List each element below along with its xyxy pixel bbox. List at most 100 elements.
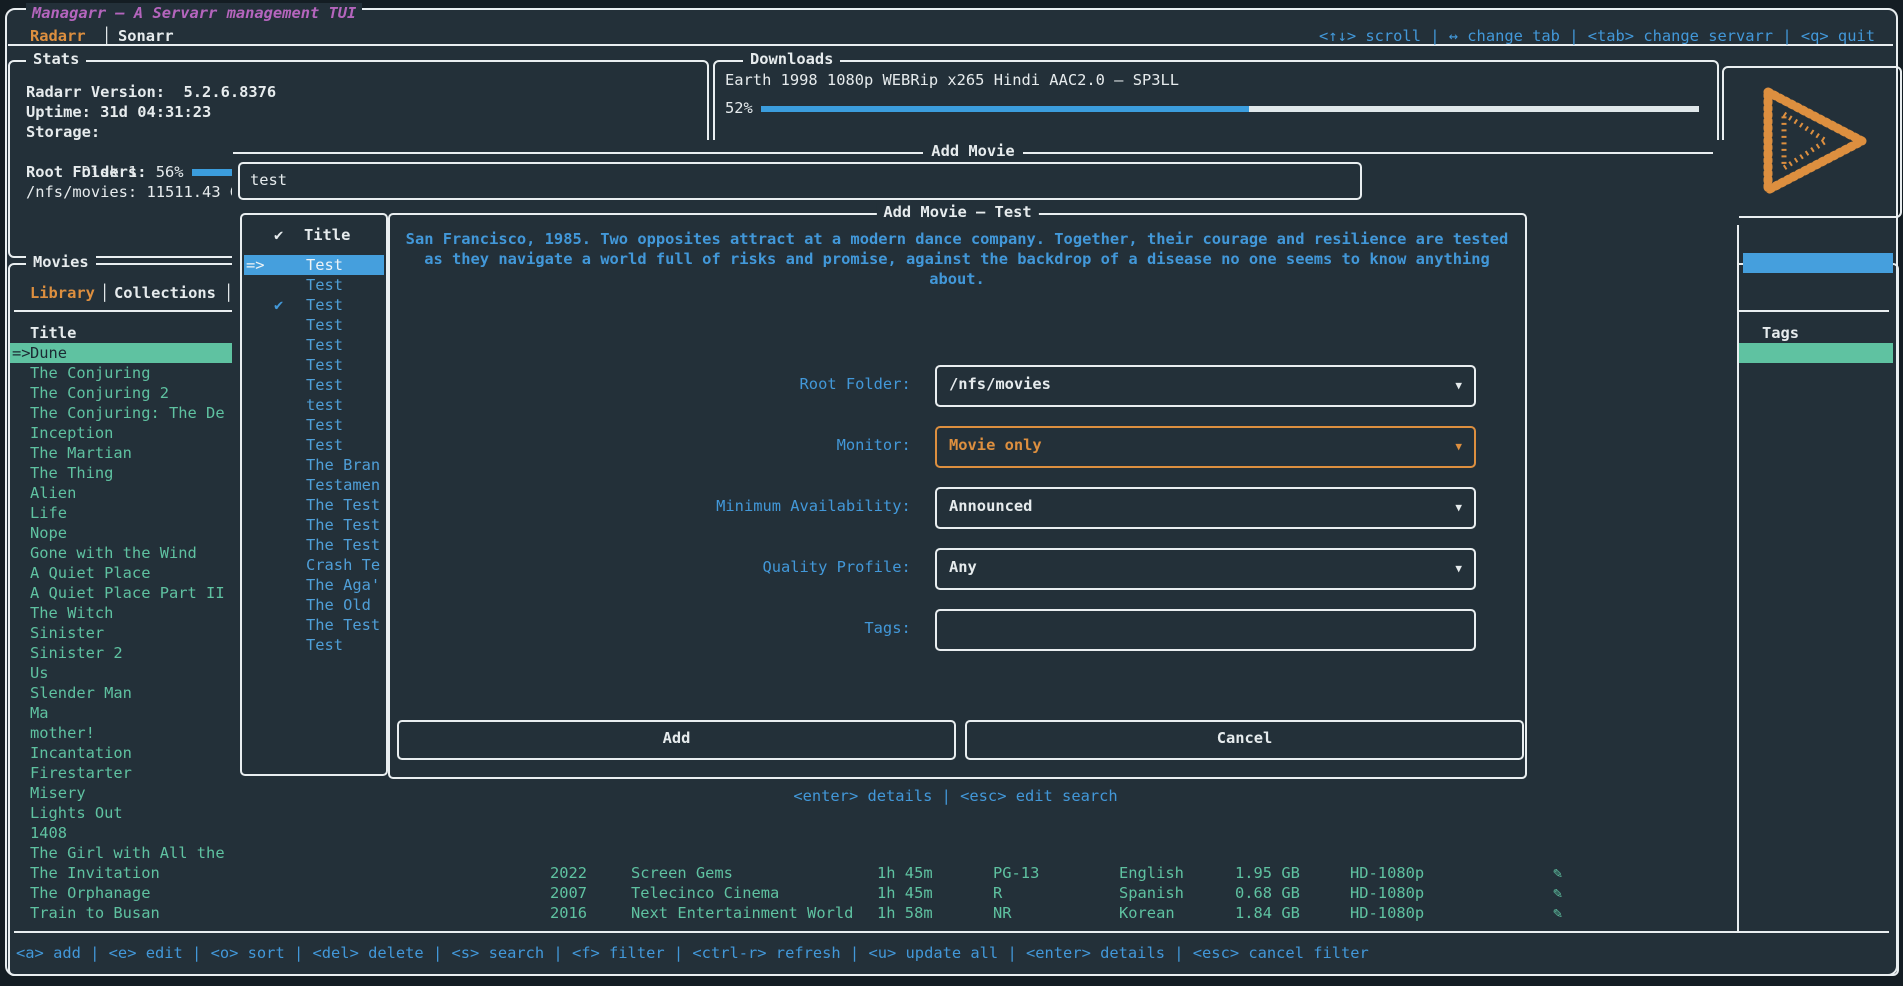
search-result-row[interactable]: test [244, 395, 384, 415]
search-result-title: Test [306, 635, 343, 655]
search-result-row[interactable]: The Aga' [244, 575, 384, 595]
movie-row[interactable]: Train to Busan2016Next Entertainment Wor… [10, 903, 1893, 923]
search-result-row[interactable]: Test [244, 315, 384, 335]
movie-overview-text: San Francisco, 1985. Two opposites attra… [398, 229, 1516, 289]
search-result-row[interactable]: Test [244, 635, 384, 655]
search-result-title: The Bran [306, 455, 380, 475]
search-result-row[interactable]: The Test [244, 535, 384, 555]
search-result-title: The Test [306, 515, 380, 535]
movie-title-cell: The Thing [30, 463, 238, 483]
movies-title-header: Title [30, 323, 76, 343]
search-result-row[interactable]: The Test [244, 615, 384, 635]
logo-panel [1722, 66, 1902, 218]
search-result-row[interactable]: Test [244, 415, 384, 435]
selection-arrow-icon: => [12, 343, 31, 363]
form-field-value: /nfs/movies [949, 374, 1051, 394]
movie-row[interactable]: The Invitation2022Screen Gems1h 45mPG-13… [10, 863, 1893, 883]
download-item-title: Earth 1998 1080p WEBRip x265 Hindi AAC2.… [725, 70, 1179, 90]
form-field-label: Quality Profile: [390, 557, 920, 577]
tab-radarr[interactable]: Radarr [30, 26, 86, 46]
popup-right-border [1737, 225, 1739, 931]
stats-panel-title: Stats [26, 50, 86, 68]
stats-disk-usage: Disk 1: 56% [26, 142, 251, 162]
tab-sonarr[interactable]: Sonarr [118, 26, 174, 46]
movie-year-cell: 2022 [550, 863, 587, 883]
form-field-dropdown[interactable]: /nfs/movies▼ [935, 365, 1476, 407]
movie-size-cell: 1.95 GB [1235, 863, 1300, 883]
movie-title-cell: The Conjuring: The De [30, 403, 238, 423]
add-button[interactable]: Add [397, 720, 956, 760]
search-results-table: ✔ Title =>TestTest✔TestTestTestTestTestt… [240, 213, 388, 776]
search-result-row[interactable]: ✔Test [244, 295, 384, 315]
results-check-header: ✔ [274, 225, 283, 245]
movie-runtime-cell: 1h 58m [877, 903, 933, 923]
results-selected-row-fragment [1743, 253, 1893, 273]
search-result-title: Test [306, 255, 343, 275]
search-result-row[interactable]: Crash Te [244, 555, 384, 575]
movie-studio-cell: Next Entertainment World [631, 903, 853, 923]
movie-quality-cell: HD-1080p [1350, 883, 1424, 903]
app-title: Managarr – A Servarr management TUI [26, 3, 362, 23]
form-field-dropdown[interactable]: Any▼ [935, 548, 1476, 590]
movie-size-cell: 1.84 GB [1235, 903, 1300, 923]
movie-quality-cell: HD-1080p [1350, 863, 1424, 883]
form-field-value: Movie only [949, 435, 1042, 455]
popup-keybind-hints: <enter> details | <esc> edit search [388, 786, 1523, 806]
movie-runtime-cell: 1h 45m [877, 863, 933, 883]
stats-version: Radarr Version: 5.2.6.8376 [26, 82, 276, 102]
form-field-label: Root Folder: [390, 374, 920, 394]
movie-title-cell: The Martian [30, 443, 238, 463]
search-result-row[interactable]: => Test [244, 255, 384, 275]
search-result-title: Test [306, 375, 343, 395]
form-field-dropdown[interactable]: Movie only ▼ [935, 426, 1476, 468]
movie-title-cell: The Conjuring [30, 363, 238, 383]
add-movie-modal-title: Add Movie – Test [876, 203, 1038, 221]
movie-title-cell: Us [30, 663, 238, 683]
tab-collections[interactable]: Collections [114, 283, 216, 303]
search-result-row[interactable]: Test [244, 435, 384, 455]
tab-library[interactable]: Library [30, 283, 95, 303]
form-field-input[interactable] [935, 609, 1476, 651]
movie-title-cell: A Quiet Place Part II [30, 583, 238, 603]
movie-language-cell: Spanish [1119, 883, 1184, 903]
form-field-dropdown[interactable]: Announced▼ [935, 487, 1476, 529]
movie-rating-cell: R [993, 883, 1002, 903]
managarr-screen: Managarr – A Servarr management TUI <↑↓>… [0, 0, 1903, 986]
movies-panel-title: Movies [26, 253, 96, 271]
chevron-down-icon: ▼ [1455, 440, 1462, 453]
search-result-title: Test [306, 435, 343, 455]
movie-title-cell: Sinister 2 [30, 643, 238, 663]
movie-year-cell: 2016 [550, 903, 587, 923]
movie-studio-cell: Telecinco Cinema [631, 883, 779, 903]
movie-title-cell: Sinister [30, 623, 238, 643]
search-result-row[interactable]: Testamen [244, 475, 384, 495]
search-result-title: Test [306, 315, 343, 335]
search-result-row[interactable]: Test [244, 275, 384, 295]
movie-title-cell: Misery [30, 783, 238, 803]
movies-tags-header: Tags [1762, 323, 1799, 343]
search-result-row[interactable]: Test [244, 355, 384, 375]
download-percent-label: 52% [725, 98, 753, 118]
downloads-panel-title: Downloads [743, 50, 840, 68]
chevron-down-icon: ▼ [1455, 562, 1462, 575]
movie-title-cell: 1408 [30, 823, 238, 843]
form-field-label: Tags: [390, 618, 920, 638]
chevron-down-icon: ▼ [1455, 501, 1462, 514]
movie-row[interactable]: The Orphanage2007Telecinco Cinema1h 45mR… [10, 883, 1893, 903]
movie-size-cell: 0.68 GB [1235, 883, 1300, 903]
selection-arrow-icon: => [246, 255, 265, 275]
cancel-button[interactable]: Cancel [965, 720, 1524, 760]
form-field-label: Monitor: [390, 435, 920, 455]
search-result-row[interactable]: The Old [244, 595, 384, 615]
search-result-row[interactable]: Test [244, 375, 384, 395]
movie-title-cell: The Conjuring 2 [30, 383, 238, 403]
movie-language-cell: English [1119, 863, 1184, 883]
movie-quality-cell: HD-1080p [1350, 903, 1424, 923]
search-result-row[interactable]: The Test [244, 515, 384, 535]
movie-title-cell: The Invitation [30, 863, 238, 883]
search-result-row[interactable]: The Bran [244, 455, 384, 475]
search-result-title: test [306, 395, 343, 415]
search-result-row[interactable]: The Test [244, 495, 384, 515]
search-input[interactable]: test [238, 162, 1362, 200]
search-result-row[interactable]: Test [244, 335, 384, 355]
